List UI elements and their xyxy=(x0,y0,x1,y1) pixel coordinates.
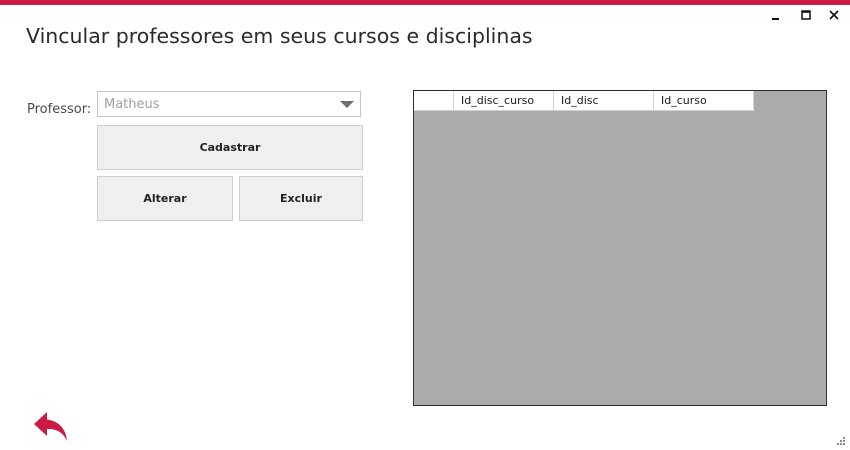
grid-column-header[interactable]: Id_disc xyxy=(554,91,654,111)
page-title: Vincular professores em seus cursos e di… xyxy=(26,24,533,48)
minimize-button[interactable] xyxy=(765,7,787,25)
cadastrar-button[interactable]: Cadastrar xyxy=(97,125,363,170)
title-accent-bar xyxy=(0,0,850,5)
professor-label: Professor: xyxy=(27,102,92,117)
close-button[interactable] xyxy=(823,7,845,25)
excluir-button[interactable]: Excluir xyxy=(239,176,363,221)
main-window: Vincular professores em seus cursos e di… xyxy=(0,0,850,450)
grid-header-row: Id_disc_curso Id_disc Id_curso xyxy=(414,91,754,111)
chevron-down-icon xyxy=(340,101,354,108)
alterar-button[interactable]: Alterar xyxy=(97,176,233,221)
professor-select[interactable]: Matheus xyxy=(97,91,361,117)
professor-select-value: Matheus xyxy=(104,97,160,112)
minimize-icon xyxy=(772,18,779,20)
grid-column-header[interactable]: Id_disc_curso xyxy=(454,91,554,111)
back-button[interactable] xyxy=(33,411,69,443)
grid-row-header-corner[interactable] xyxy=(414,91,454,111)
close-icon xyxy=(829,10,839,20)
back-arrow-icon xyxy=(34,412,67,441)
maximize-icon xyxy=(801,10,811,20)
grid-column-header[interactable]: Id_curso xyxy=(654,91,754,111)
maximize-button[interactable] xyxy=(795,7,817,25)
data-grid[interactable]: Id_disc_curso Id_disc Id_curso xyxy=(413,90,827,406)
resize-grip-icon[interactable] xyxy=(836,436,846,446)
window-controls xyxy=(760,7,850,25)
